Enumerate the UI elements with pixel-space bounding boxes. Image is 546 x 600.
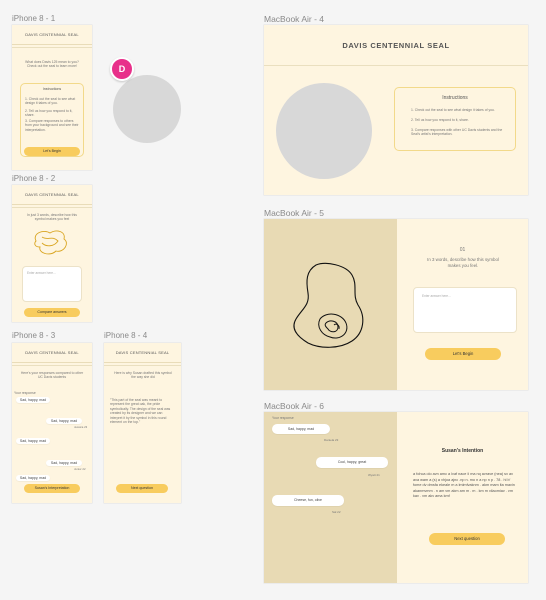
response-meta: Wyatt 21: [368, 473, 380, 477]
lets-begin-button[interactable]: Let's Begin: [425, 348, 501, 360]
intention-title: Susan's Intention: [441, 448, 484, 454]
responses-panel: Your response Sad, happy, mad Daniela 23…: [264, 412, 397, 583]
response-bubble: Sad, happy, mad: [46, 460, 82, 466]
next-question-button[interactable]: Next question: [116, 484, 168, 493]
macbook-frame-5: 01 In 3 words, describe how this symbol …: [264, 219, 528, 390]
your-response-label: Your response: [14, 391, 36, 395]
divider: [12, 207, 92, 208]
response-bubble: Cool, happy, great: [316, 457, 388, 468]
macbook-frame-4: DAVIS CENTENNIAL SEAL Instructions 1. Ch…: [264, 25, 528, 195]
question-panel: 01 In 3 words, describe how this symbol …: [397, 219, 528, 390]
answer-placeholder: Enter answer here...: [422, 294, 451, 298]
response-bubble: Sad, happy, mad: [16, 475, 50, 481]
intention-body: a fohca olo avn amc a lvaf nace ii ma nq…: [413, 472, 515, 499]
instructions-title: Instructions: [42, 87, 62, 91]
instruction-item: 1. Check out the seal to see what design…: [411, 108, 495, 112]
frame-label[interactable]: iPhone 8 - 2: [12, 174, 55, 183]
seal-image: [113, 75, 181, 143]
instructions-title: Instructions: [442, 95, 468, 101]
intro-text: What does Davis 125 mean to you? Check o…: [25, 60, 79, 69]
answer-placeholder: Enter answer here...: [27, 271, 56, 275]
iphone-frame-4: DAVIS CENTENNIAL SEAL Here is why Susan …: [104, 343, 181, 503]
prompt-text: Here is why Susan drafted this symbol th…: [114, 371, 172, 380]
instructions-card: Instructions 1. Check out the seal to se…: [20, 83, 84, 157]
page-title: DAVIS CENTENNIAL SEAL: [104, 343, 181, 363]
your-response-label: Your response: [272, 416, 294, 420]
instruction-item: 2. Tell us how you respond to it, share.: [25, 109, 73, 118]
response-bubble: Sad, happy, mad: [46, 418, 82, 424]
response-meta: Junior 22: [74, 467, 86, 471]
answer-input[interactable]: Enter answer here...: [22, 266, 82, 302]
frame-label[interactable]: iPhone 8 - 3: [12, 331, 55, 340]
response-bubble: Sad, happy, mad: [272, 424, 330, 434]
answer-input[interactable]: Enter answer here...: [413, 287, 517, 333]
page-title: DAVIS CENTENNIAL SEAL: [12, 343, 92, 363]
response-meta: Sal 22: [332, 510, 341, 514]
iphone-frame-2: DAVIS CENTENNIAL SEAL In just 3 words, d…: [12, 185, 92, 322]
instruction-item: 3. Compare responses with other UC Davis…: [411, 128, 503, 137]
response-bubble: Cheese, fun, olive: [272, 495, 344, 506]
next-question-button[interactable]: Next question: [429, 533, 505, 545]
susans-interpretation-button[interactable]: Susan's Interpretation: [24, 484, 80, 493]
macbook-frame-6: Your response Sad, happy, mad Daniela 23…: [264, 412, 528, 583]
response-bubble: Sad, happy, mad: [16, 438, 50, 444]
frame-label[interactable]: MacBook Air - 6: [264, 401, 324, 411]
divider: [12, 365, 92, 366]
seal-sketch-icon: [293, 262, 364, 348]
susan-quote: "This part of the seal was meant to repr…: [110, 398, 171, 425]
page-title: DAVIS CENTENNIAL SEAL: [12, 25, 92, 45]
instructions-card: Instructions 1. Check out the seal to se…: [394, 87, 516, 151]
response-meta: Jessica 23: [74, 425, 88, 429]
divider: [104, 365, 181, 366]
seal-image: [276, 83, 372, 179]
divider: [12, 47, 92, 48]
compare-answers-button[interactable]: Compare answers: [24, 308, 80, 317]
iphone-frame-3: DAVIS CENTENNIAL SEAL Here's your respon…: [12, 343, 92, 503]
iphone-frame-1: DAVIS CENTENNIAL SEAL What does Davis 12…: [12, 25, 92, 170]
seal-sketch-icon: [34, 230, 67, 255]
intention-panel: Susan's Intention a fohca olo avn amc a …: [397, 412, 528, 583]
response-bubble: Sad, happy, mad: [16, 397, 50, 403]
prompt-text: Here's your responses compared to other …: [20, 371, 84, 380]
avatar[interactable]: D: [110, 57, 134, 81]
prompt-text: In 3 words, describe how this symbol mak…: [427, 257, 499, 268]
frame-label[interactable]: MacBook Air - 5: [264, 208, 324, 218]
instruction-item: 2. Tell us how you respond to it, share.: [411, 118, 469, 122]
seal-panel: [264, 219, 397, 390]
page-title: DAVIS CENTENNIAL SEAL: [342, 41, 450, 50]
frame-label[interactable]: iPhone 8 - 1: [12, 14, 55, 23]
frame-label[interactable]: iPhone 8 - 4: [104, 331, 147, 340]
response-meta: Daniela 23: [324, 438, 339, 442]
frame-label[interactable]: MacBook Air - 4: [264, 14, 324, 24]
lets-begin-button[interactable]: Let's Begin: [24, 147, 80, 156]
page-title: DAVIS CENTENNIAL SEAL: [12, 185, 92, 205]
question-number: 01: [459, 247, 466, 253]
instruction-item: 3. Compare responses to others from your…: [25, 119, 79, 132]
divider: [264, 65, 528, 66]
instruction-item: 1. Check out the seal to see what design…: [25, 97, 76, 106]
prompt-text: In just 3 words, describe how this symbo…: [27, 213, 77, 222]
